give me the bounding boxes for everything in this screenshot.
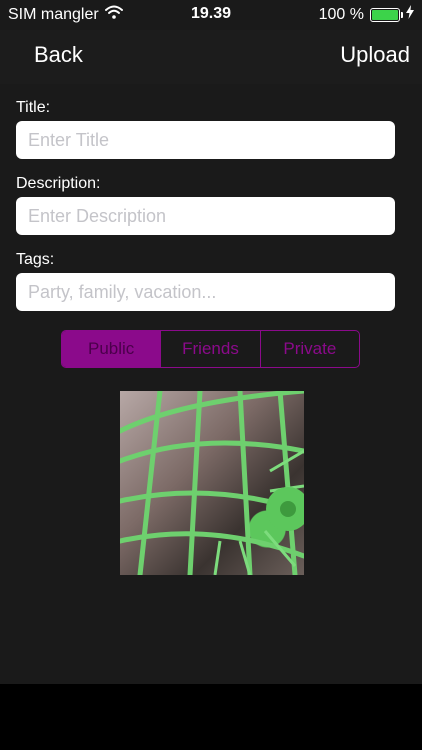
- tags-field-container: [16, 273, 395, 311]
- segment-private[interactable]: Private: [261, 331, 359, 367]
- upload-form: Title: Description: Tags:: [16, 95, 395, 323]
- bottom-area: [0, 684, 422, 750]
- description-label: Description:: [16, 175, 101, 192]
- photo-thumbnail[interactable]: [120, 391, 304, 575]
- battery-percent: 100 %: [318, 5, 364, 23]
- battery-cap: [401, 11, 403, 18]
- back-button[interactable]: Back: [34, 42, 83, 68]
- segment-public[interactable]: Public: [62, 331, 162, 367]
- title-input[interactable]: [26, 128, 385, 152]
- navigation-bar: Back Upload: [0, 30, 422, 84]
- visibility-segmented-control: Public Friends Private: [61, 330, 360, 368]
- title-field-container: [16, 121, 395, 159]
- description-field-container: [16, 197, 395, 235]
- charging-bolt-icon: [406, 5, 414, 24]
- battery-level-fill: [372, 9, 398, 20]
- description-input[interactable]: [26, 204, 385, 228]
- tags-label: Tags:: [16, 251, 55, 268]
- upload-button[interactable]: Upload: [340, 42, 410, 68]
- upload-screen: SIM mangler 19.39 100 % Back Upload Titl…: [0, 0, 422, 750]
- status-right: 100 %: [319, 5, 414, 24]
- battery-icon: [370, 7, 403, 22]
- status-bar: SIM mangler 19.39 100 %: [0, 0, 422, 30]
- segment-friends[interactable]: Friends: [161, 331, 261, 367]
- title-label: Title:: [16, 99, 51, 116]
- tags-input[interactable]: [26, 280, 385, 304]
